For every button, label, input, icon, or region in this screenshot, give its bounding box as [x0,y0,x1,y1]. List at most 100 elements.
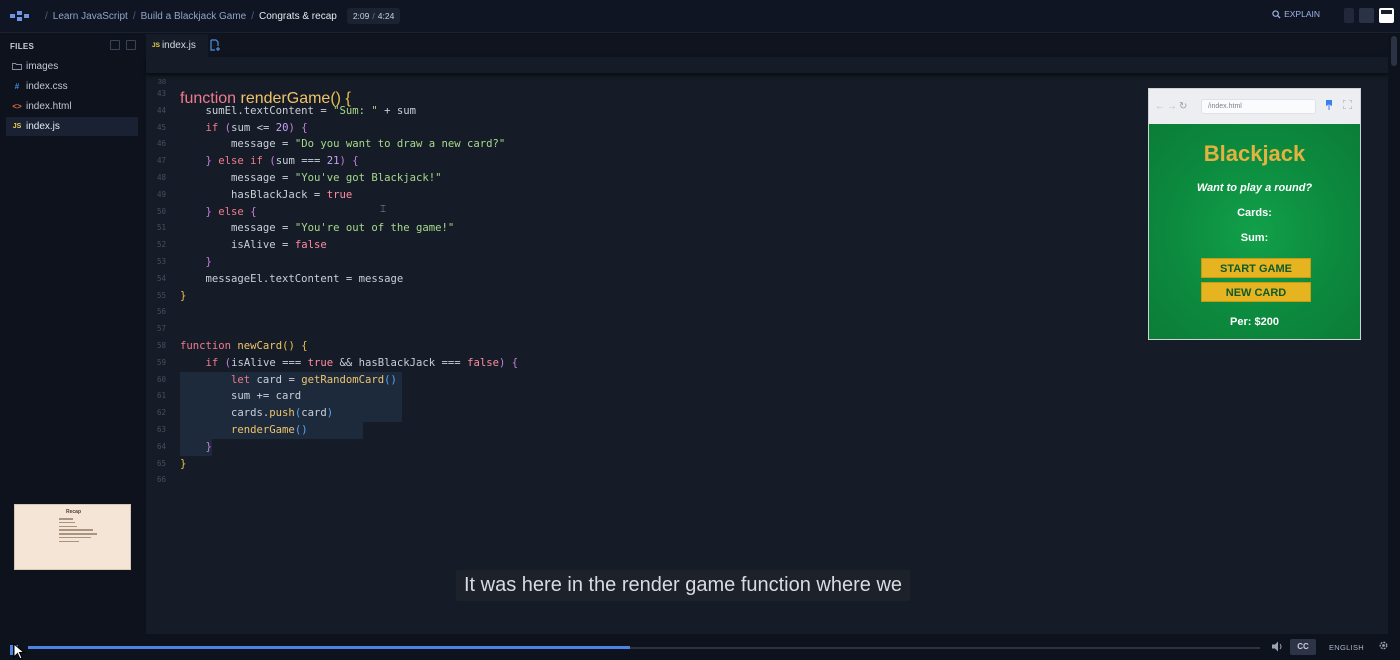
browser-nav-icons[interactable]: ←→↻ [1155,101,1189,112]
code-token: { [511,356,519,369]
code-token: () [282,339,295,352]
code-text: if (isAlive === true && hasBlackJack ===… [180,355,519,372]
file-item-images[interactable]: images [6,57,138,76]
code-token: 20 [275,121,289,134]
sticky-scroll-line[interactable]: 38 function renderGame() { [146,57,1388,106]
caption-subtitle: It was here in the render game function … [456,570,911,601]
volume-icon[interactable] [1272,641,1284,655]
layout-sidebar-button[interactable] [1344,8,1354,23]
preview-browser-bar: ←→↻ /index.html [1149,89,1360,124]
js-file-icon: JS [152,42,160,49]
tab-index-js[interactable]: JS index.js [146,34,208,57]
code-token: isAlive = [180,239,295,252]
file-name: index.js [26,121,60,132]
thumbnail-title: Recap [65,509,81,515]
line-number: 60 [156,374,166,384]
file-name: index.css [26,81,68,92]
code-line[interactable]: 62 cards.push(card) [146,405,1388,422]
code-line[interactable]: 58 function newCard() { [146,338,1388,355]
editor-scrollbar-track[interactable] [1388,34,1400,634]
code-token: isAlive === [231,356,308,369]
code-token: } [180,289,187,302]
scrimba-logo[interactable] [0,0,40,33]
code-line[interactable]: 59 if (isAlive === true && hasBlackJack … [146,355,1388,372]
language-selector[interactable]: ENGLISH [1329,643,1364,652]
line-number: 55 [156,290,166,300]
code-token: if [180,356,219,369]
line-number: 63 [156,424,166,434]
files-actions [110,40,136,50]
line-number: 53 [156,256,166,266]
time-current: 2:09 [352,11,370,21]
code-token: + sum [377,104,417,117]
line-number: 46 [156,139,166,149]
layout-split-button[interactable] [1359,8,1374,23]
new-card-button[interactable]: NEW CARD [1201,282,1311,302]
code-token: newCard [237,339,283,352]
layout-switcher [1344,8,1394,23]
line-number: 66 [156,475,166,485]
new-folder-icon[interactable] [126,40,136,50]
code-text: } [180,288,186,305]
code-token: false [467,356,499,369]
code-line[interactable]: 63 renderGame() [146,421,1388,439]
fullscreen-icon[interactable] [1342,99,1353,111]
code-text: message = "You've got Blackjack!" [180,170,442,187]
code-token: "You've got Blackjack!" [294,171,442,184]
code-text: message = "You're out of the game!" [180,220,454,237]
line-number: 43 [156,89,166,98]
code-token: () [384,373,397,386]
html-file-icon: <> [12,102,22,111]
thumbnail-list [59,518,97,545]
code-token: true [307,356,334,369]
code-token: false [294,239,327,252]
code-token: let [180,373,251,386]
editor-tabbar: JS index.js [146,34,1388,57]
slide-thumbnail[interactable]: Recap [14,504,131,570]
line-number: 50 [156,206,166,216]
gear-icon[interactable] [1378,640,1389,654]
game-title: Blackjack [1203,141,1306,166]
code-token: getRandomCard [301,373,385,386]
line-number: 44 [156,105,166,115]
search-icon [1272,9,1281,19]
code-token: 21 [326,155,340,168]
time-total: 4:24 [377,11,395,21]
code-token: function [180,339,232,352]
tab-label: index.js [161,40,196,51]
code-token: card = [250,373,302,386]
add-file-icon[interactable] [210,39,221,54]
code-line[interactable]: 61 sum += card [146,388,1388,406]
code-line[interactable]: 64 } [146,438,1388,456]
pin-icon[interactable] [1325,100,1333,112]
code-token: hasBlackJack = [180,188,327,201]
line-number: 64 [156,441,166,451]
code-line[interactable]: 65} [146,456,1388,473]
file-item-index-html[interactable]: <> index.html [6,97,138,116]
preview-url-field[interactable]: /index.html [1201,99,1316,114]
code-line[interactable]: 66 [146,472,1388,489]
file-item-index-css[interactable]: # index.css [6,77,138,96]
new-file-icon[interactable] [110,40,120,50]
file-item-index-js[interactable]: JS index.js [6,117,138,136]
code-token: "You're out of the game!" [294,222,455,235]
breadcrumb-module[interactable]: Build a Blackjack Game [141,11,247,22]
layout-preview-button[interactable] [1379,8,1394,23]
explain-button[interactable]: EXPLAIN [1272,9,1320,19]
breadcrumb-course[interactable]: Learn JavaScript [53,11,128,22]
code-text: } [180,456,186,473]
start-game-button[interactable]: START GAME [1201,258,1311,278]
code-line[interactable]: 60 let card = getRandomCard() [146,371,1388,389]
editor-scrollbar-thumb[interactable] [1391,36,1397,66]
code-text: renderGame() [180,422,308,439]
code-token: } [205,440,212,453]
code-text: sum += card [180,388,301,405]
line-number: 61 [156,391,166,401]
progress-fill[interactable] [28,646,631,649]
code-token: if [180,121,219,134]
files-heading: FILES [10,42,35,51]
line-number: 54 [156,273,166,283]
code-token: () [294,423,308,436]
captions-button[interactable]: CC [1290,639,1316,655]
